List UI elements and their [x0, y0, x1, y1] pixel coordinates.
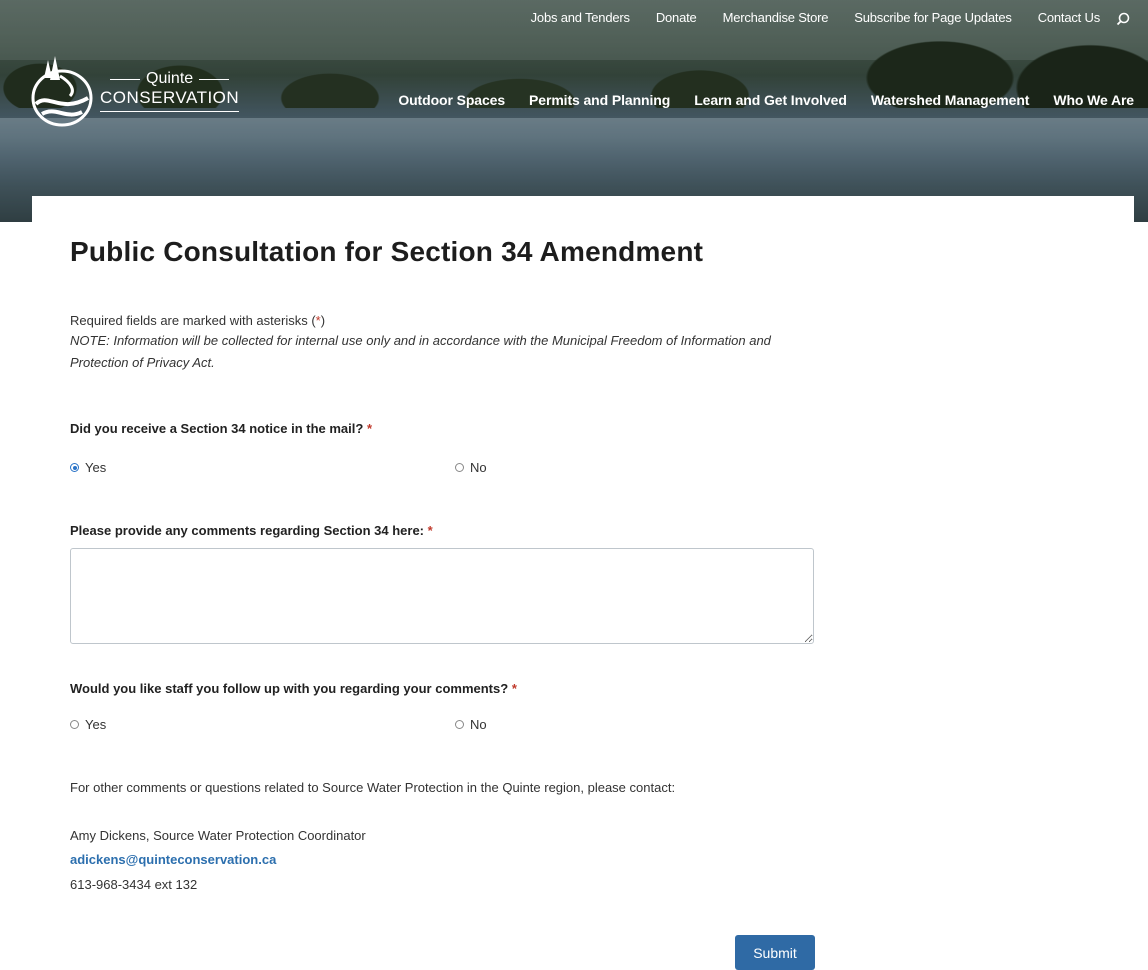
logo-wordmark: Quinte CONSERVATION: [100, 70, 240, 112]
privacy-note: NOTE: Information will be collected for …: [70, 333, 771, 370]
logo-quinte: Quinte: [146, 70, 194, 87]
q3-label-text: Would you like staff you follow up with …: [70, 681, 509, 696]
required-fields-note: Required fields are marked with asterisk…: [70, 313, 325, 328]
top-utility-nav: Jobs and Tenders Donate Merchandise Stor…: [505, 10, 1130, 25]
search-icon[interactable]: [1116, 12, 1130, 26]
required-note-text: Required fields are marked with asterisk…: [70, 313, 316, 328]
topnav-merchandise-store[interactable]: Merchandise Store: [723, 10, 829, 25]
q1-option-no[interactable]: No: [455, 460, 487, 475]
radio-unselected-icon[interactable]: [455, 720, 464, 729]
topnav-donate[interactable]: Donate: [656, 10, 697, 25]
contact-email-link[interactable]: adickens@quinteconservation.ca: [70, 852, 276, 867]
topnav-jobs-tenders[interactable]: Jobs and Tenders: [531, 10, 630, 25]
site-logo[interactable]: Quinte CONSERVATION: [30, 54, 240, 128]
submit-button[interactable]: Submit: [735, 935, 815, 970]
q3-option-no-label: No: [470, 717, 487, 732]
q3-option-yes[interactable]: Yes: [70, 717, 106, 732]
radio-unselected-icon[interactable]: [70, 720, 79, 729]
nav-learn-get-involved[interactable]: Learn and Get Involved: [694, 92, 847, 108]
header-banner: Jobs and Tenders Donate Merchandise Stor…: [0, 0, 1148, 222]
page-title: Public Consultation for Section 34 Amend…: [70, 236, 704, 267]
comments-textarea[interactable]: [70, 548, 814, 644]
main-nav: Outdoor Spaces Permits and Planning Lear…: [374, 92, 1134, 108]
q1-label-text: Did you receive a Section 34 notice in t…: [70, 421, 364, 436]
contact-name: Amy Dickens, Source Water Protection Coo…: [70, 828, 366, 843]
nav-watershed-management[interactable]: Watershed Management: [871, 92, 1030, 108]
topnav-subscribe[interactable]: Subscribe for Page Updates: [854, 10, 1012, 25]
q1-option-yes[interactable]: Yes: [70, 460, 106, 475]
required-note-close: ): [320, 313, 326, 328]
main-content: Public Consultation for Section 34 Amend…: [32, 196, 1134, 970]
contact-phone: 613-968-3434 ext 132: [70, 877, 198, 892]
nav-who-we-are[interactable]: Who We Are: [1053, 92, 1134, 108]
logo-emblem-icon: [31, 56, 93, 127]
logo-conservation: CONSERVATION: [100, 88, 240, 112]
q2-label-text: Please provide any comments regarding Se…: [70, 523, 425, 538]
q1-option-no-label: No: [470, 460, 487, 475]
q3-label: Would you like staff you follow up with …: [70, 681, 517, 696]
radio-selected-icon[interactable]: [70, 463, 79, 472]
contact-intro: For other comments or questions related …: [70, 780, 676, 795]
q2-label: Please provide any comments regarding Se…: [70, 523, 433, 538]
q1-required-asterisk: *: [366, 421, 372, 436]
q3-option-yes-label: Yes: [85, 717, 107, 732]
q1-option-yes-label: Yes: [85, 460, 107, 475]
q3-option-no[interactable]: No: [455, 717, 487, 732]
nav-outdoor-spaces[interactable]: Outdoor Spaces: [398, 92, 505, 108]
topnav-contact-us[interactable]: Contact Us: [1038, 10, 1101, 25]
q3-required-asterisk: *: [511, 681, 517, 696]
radio-unselected-icon[interactable]: [455, 463, 464, 472]
q1-label: Did you receive a Section 34 notice in t…: [70, 421, 372, 436]
nav-permits-planning[interactable]: Permits and Planning: [529, 92, 670, 108]
q2-required-asterisk: *: [427, 523, 433, 538]
